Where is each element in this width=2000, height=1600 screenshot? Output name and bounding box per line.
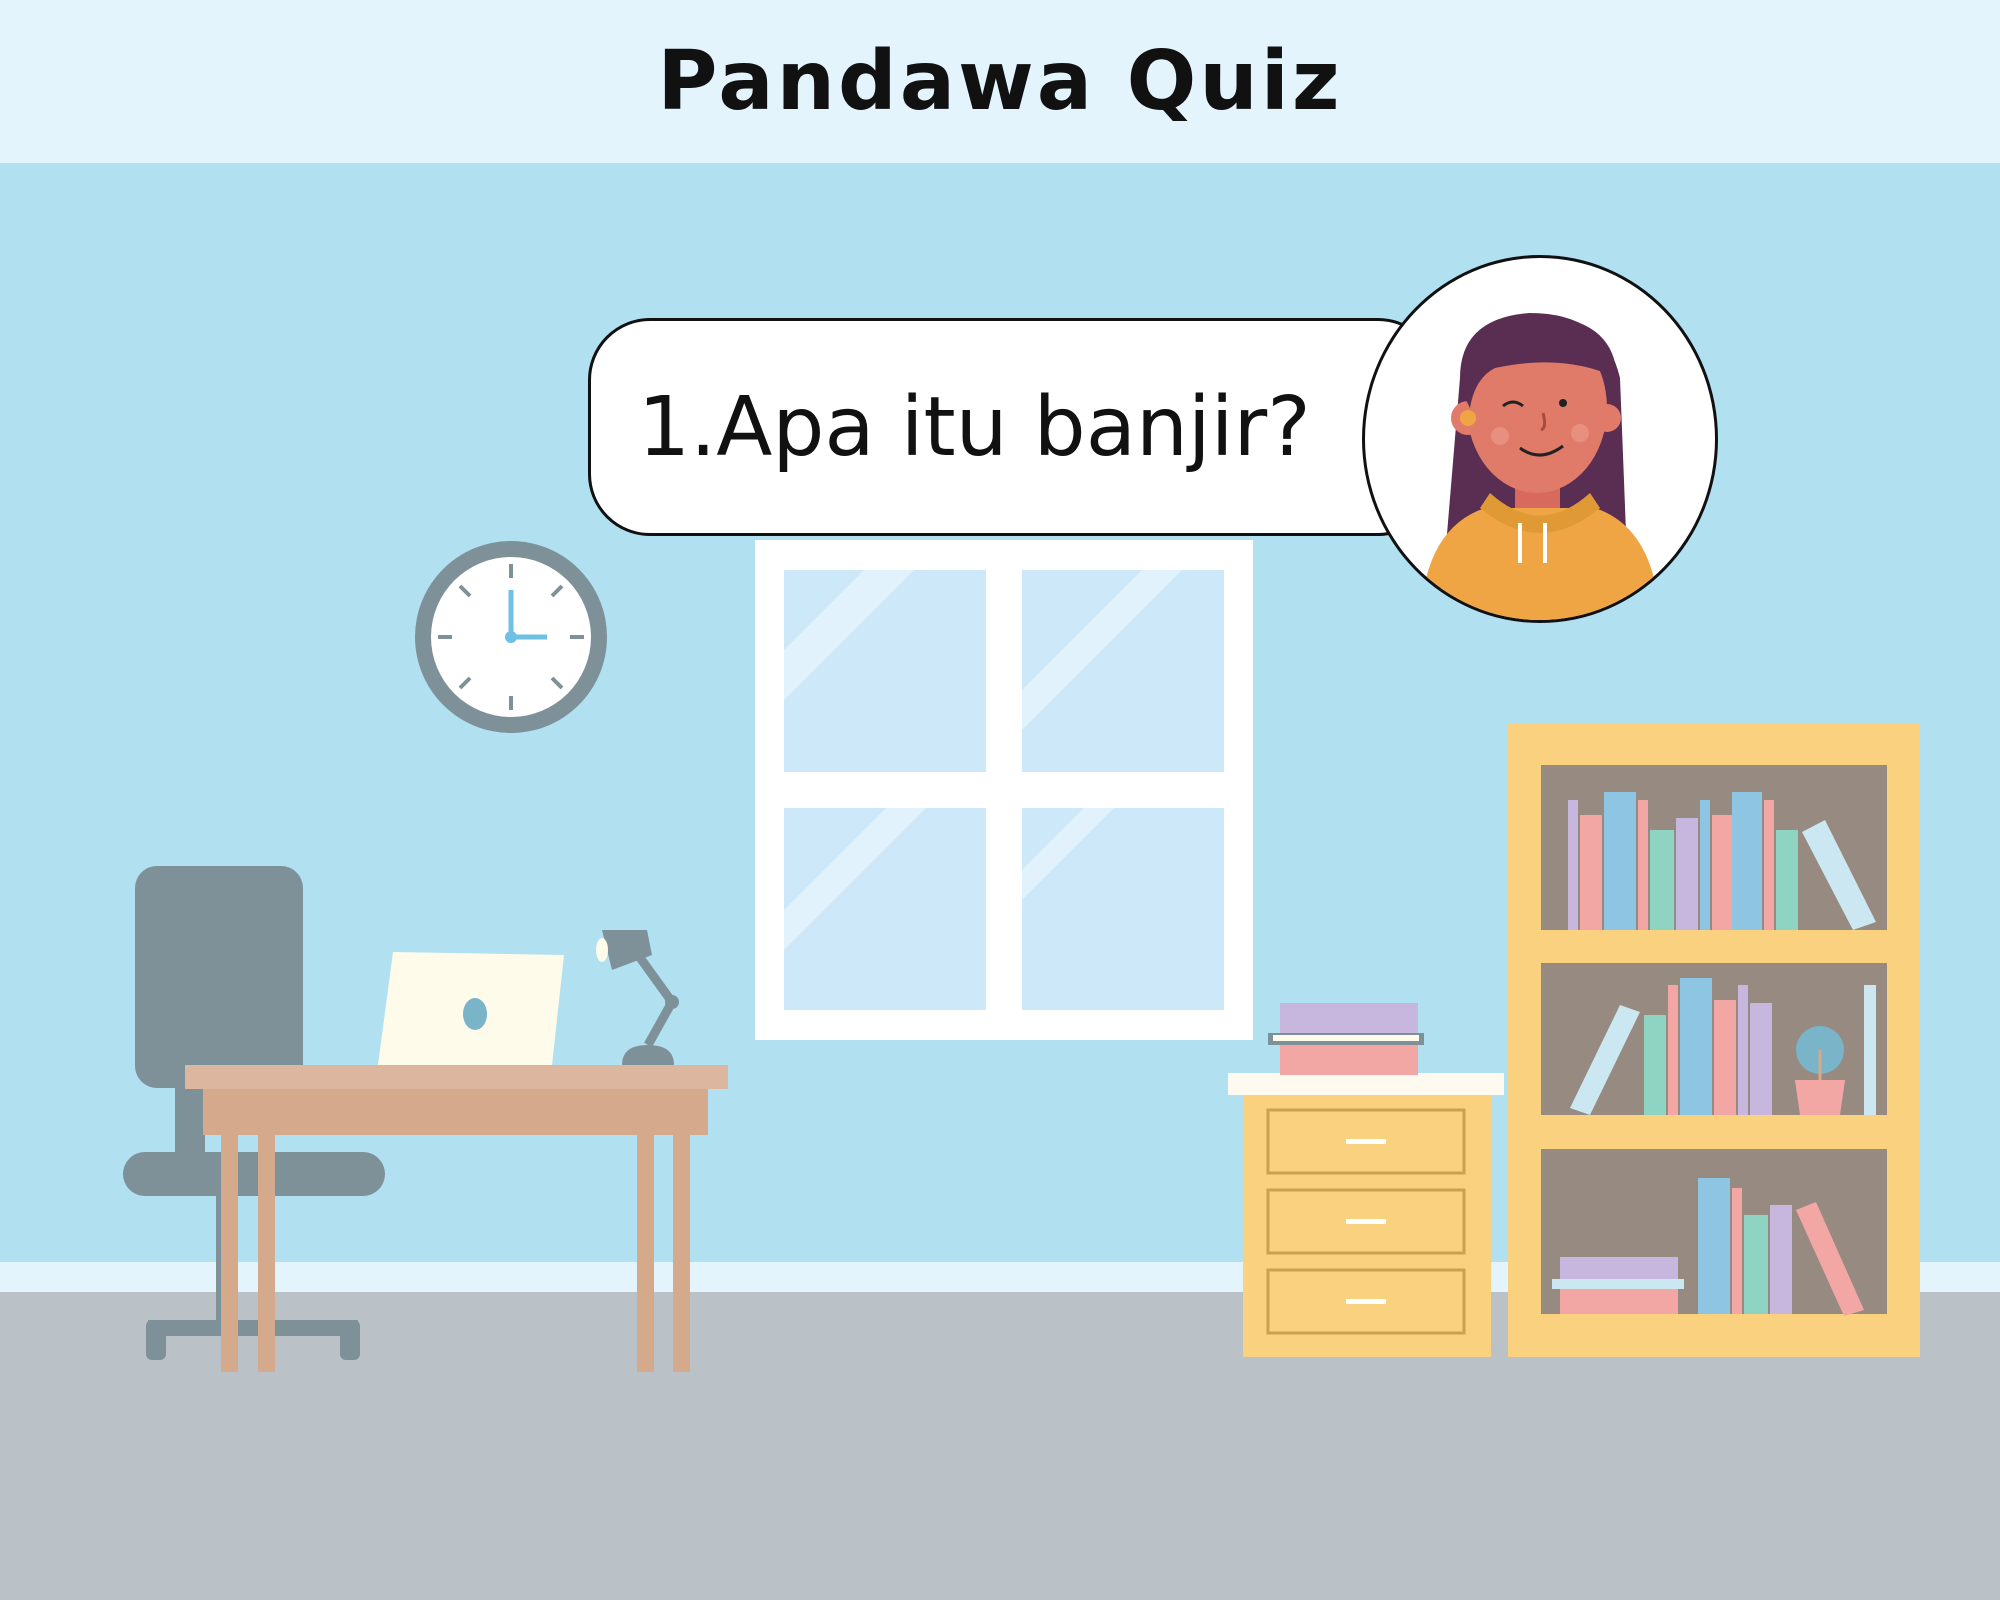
drawer-cabinet (1228, 1073, 1504, 1357)
window (755, 540, 1253, 1040)
girl-avatar-icon (1362, 255, 1718, 623)
bookshelf (1508, 723, 1920, 1357)
wall-clock (415, 541, 607, 733)
book-stack (1268, 1003, 1424, 1075)
app-title: Pandawa Quiz (657, 34, 1343, 129)
laptop (378, 952, 564, 1065)
question-text: 1.Apa itu banjir? (638, 380, 1311, 475)
app-header: Pandawa Quiz (0, 0, 2000, 163)
